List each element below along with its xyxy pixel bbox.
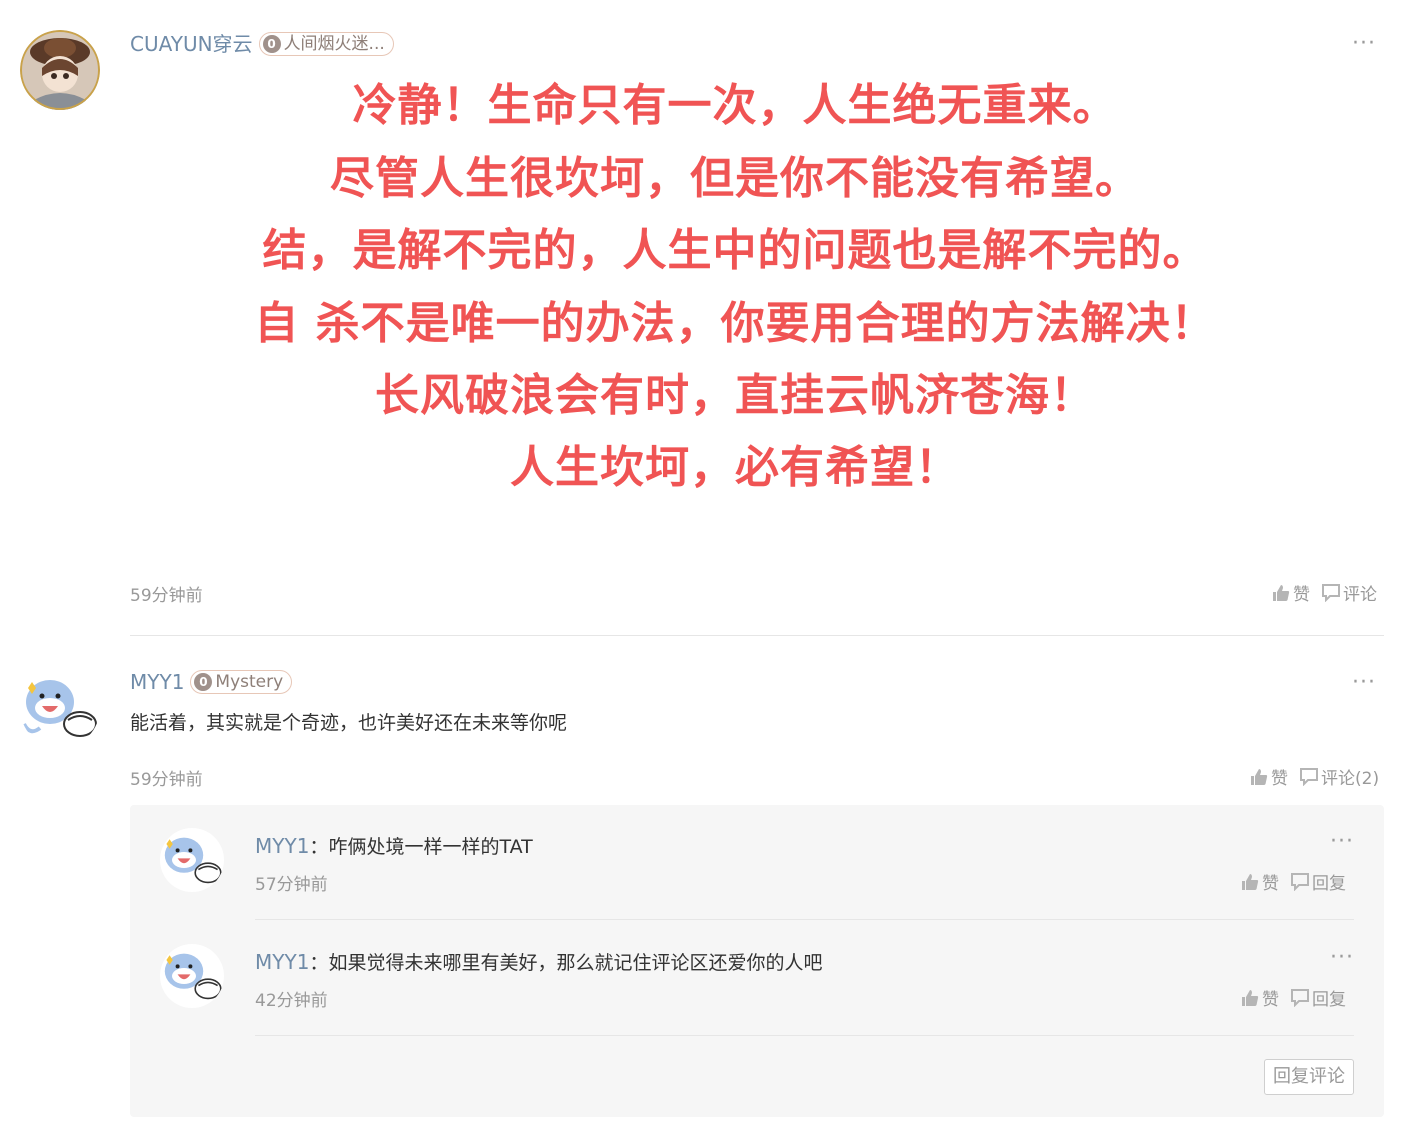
comment-button[interactable]: 评论	[1322, 580, 1377, 605]
username[interactable]: CUAYUN穿云	[130, 31, 253, 57]
reply-comment-button[interactable]: 回复评论	[1264, 1059, 1354, 1095]
comment-icon	[1291, 988, 1309, 1007]
reply-button[interactable]: 回复	[1291, 869, 1346, 894]
thumbs-up-icon	[1242, 873, 1259, 890]
more-icon[interactable]: ···	[1330, 831, 1354, 853]
like-label: 赞	[1293, 585, 1310, 605]
reply-text: 如果觉得未来哪里有美好，那么就记住评论区还爱你的人吧	[328, 952, 823, 974]
avatar[interactable]	[160, 828, 224, 892]
timestamp: 59分钟前	[130, 586, 203, 606]
comment-line-6: 人生坎坷，必有希望！	[510, 442, 960, 493]
avatar[interactable]	[20, 30, 100, 110]
comment-icon	[1291, 872, 1309, 891]
like-label: 赞	[1262, 990, 1279, 1010]
reply-text: 咋俩处境一样一样的TAT	[328, 836, 533, 858]
comment-line-4: 自 杀不是唯一的办法，你要用合理的方法解决！	[254, 298, 1216, 349]
fan-badge[interactable]: 0 人间烟火迷...	[258, 32, 394, 56]
reply-username[interactable]: MYY1	[255, 834, 309, 858]
fan-badge[interactable]: 0 Mystery	[190, 670, 293, 694]
like-label: 赞	[1271, 769, 1288, 789]
comment-line-3: 结，是解不完的，人生中的问题也是解不完的。	[262, 225, 1208, 276]
divider	[255, 1035, 1354, 1036]
reply-content: MYY1：如果觉得未来哪里有美好，那么就记住评论区还爱你的人吧	[255, 948, 822, 975]
comment-line-2: 尽管人生很坎坷，但是你不能没有希望。	[330, 153, 1140, 204]
reply-button[interactable]: 回复	[1291, 985, 1346, 1010]
comment-text: 能活着，其实就是个奇迹，也许美好还在未来等你呢	[130, 712, 568, 734]
reply-separator: ：	[309, 952, 329, 974]
comment-line-5: 长风破浪会有时，直挂云帆济苍海！	[375, 370, 1095, 421]
divider	[130, 635, 1384, 636]
badge-level: 0	[262, 35, 281, 53]
reply-content: MYY1：咋俩处境一样一样的TAT	[255, 832, 533, 859]
username[interactable]: MYY1	[130, 669, 184, 695]
like-button[interactable]: 赞	[1241, 869, 1279, 894]
timestamp: 42分钟前	[255, 991, 328, 1011]
badge-text: 人间烟火迷...	[283, 34, 385, 54]
like-button[interactable]: 赞	[1241, 985, 1279, 1010]
thumbs-up-icon	[1251, 768, 1268, 785]
reply-label: 回复	[1312, 990, 1346, 1010]
avatar[interactable]	[160, 944, 224, 1008]
like-label: 赞	[1262, 874, 1279, 894]
like-button[interactable]: 赞	[1250, 764, 1288, 789]
comment-icon	[1300, 767, 1318, 786]
divider	[255, 919, 1354, 920]
reply-username[interactable]: MYY1	[255, 950, 309, 974]
comment-label: 评论	[1343, 585, 1377, 605]
comment-label: 评论(2)	[1321, 769, 1380, 789]
more-icon[interactable]: ···	[1352, 672, 1376, 694]
timestamp: 57分钟前	[255, 875, 328, 895]
like-button[interactable]: 赞	[1272, 580, 1310, 605]
reply-label: 回复	[1312, 874, 1346, 894]
badge-level: 0	[194, 673, 213, 691]
comment-line-1: 冷静！生命只有一次，人生绝无重来。	[352, 80, 1118, 131]
more-icon[interactable]: ···	[1352, 33, 1376, 55]
comment-icon	[1322, 583, 1340, 602]
thumbs-up-icon	[1242, 989, 1259, 1006]
avatar[interactable]	[20, 668, 100, 748]
thumbs-up-icon	[1273, 584, 1290, 601]
badge-text: Mystery	[215, 672, 284, 692]
comment-button[interactable]: 评论(2)	[1300, 764, 1379, 789]
more-icon[interactable]: ···	[1330, 947, 1354, 969]
reply-separator: ：	[309, 836, 329, 858]
timestamp: 59分钟前	[130, 770, 203, 790]
